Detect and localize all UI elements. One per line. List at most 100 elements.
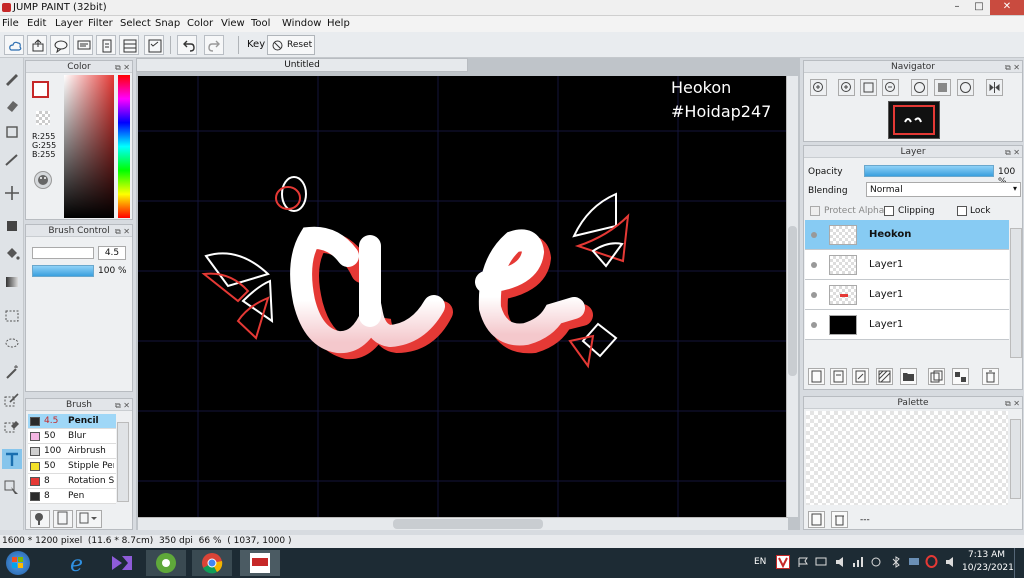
delete-layer-button[interactable] (982, 368, 999, 385)
layer-row[interactable]: Layer1 (805, 310, 1009, 340)
brush-item[interactable]: 8 Rotation Sy (28, 474, 116, 489)
brush-menu-button[interactable] (76, 510, 102, 528)
fit-screen-button[interactable] (860, 79, 877, 96)
select-pen-tool[interactable] (2, 390, 22, 410)
taskbar-ie[interactable]: e (58, 550, 98, 577)
brush-item[interactable]: 4.5 Pencil (28, 414, 116, 429)
clock-time[interactable]: 7:13 AM (968, 550, 1005, 560)
duplicate-layer-button[interactable] (928, 368, 945, 385)
flip-button[interactable] (986, 79, 1003, 96)
brush-opacity-slider[interactable] (32, 265, 94, 277)
visibility-dot[interactable] (811, 232, 817, 238)
panel-buttons[interactable]: ⧉ ✕ (115, 62, 130, 74)
eraser-tool[interactable] (2, 95, 22, 115)
magic-wand-tool[interactable] (2, 362, 22, 382)
taskbar-jump-paint[interactable] (240, 550, 280, 576)
add-swatch-button[interactable] (808, 511, 825, 528)
protect-alpha-checkbox[interactable] (810, 206, 820, 216)
saturation-value-picker[interactable] (64, 75, 114, 218)
reset-view-button[interactable] (934, 79, 951, 96)
select-eraser-tool[interactable] (2, 416, 22, 436)
blending-select[interactable]: Normal ▾ (866, 182, 1021, 197)
lock-checkbox[interactable] (957, 206, 967, 216)
rotate-left-button[interactable] (911, 79, 928, 96)
tray-icon[interactable] (945, 556, 957, 568)
tray-icon[interactable] (890, 556, 902, 568)
tray-icon[interactable] (797, 556, 809, 568)
new-layer-button[interactable] (808, 368, 825, 385)
canvas-vertical-scrollbar[interactable] (786, 76, 798, 517)
new-layer-folder-button[interactable] (830, 368, 847, 385)
panel-buttons[interactable]: ⧉ ✕ (1005, 398, 1020, 410)
brush-item[interactable]: 8 Pen (28, 489, 116, 504)
menu-snap[interactable]: Snap (155, 18, 180, 29)
menu-help[interactable]: Help (327, 18, 350, 29)
menu-layer[interactable]: Layer (55, 18, 83, 29)
menu-filter[interactable]: Filter (88, 18, 113, 29)
minimize-button[interactable]: – (946, 0, 968, 15)
clipping-checkbox[interactable] (884, 206, 894, 216)
palette-scrollbar[interactable] (1010, 419, 1021, 499)
folder-button[interactable] (900, 368, 917, 385)
hue-slider[interactable] (118, 75, 130, 218)
line-tool[interactable] (2, 150, 22, 170)
layer-opacity-slider[interactable] (864, 165, 994, 177)
export-button[interactable] (27, 35, 47, 55)
layer-row[interactable]: Heokon (805, 220, 1009, 250)
palette-area[interactable] (806, 411, 1008, 505)
start-button[interactable] (6, 551, 30, 575)
layer-row[interactable]: Layer1 (805, 280, 1009, 310)
menu-tool[interactable]: Tool (251, 18, 270, 29)
menu-window[interactable]: Window (282, 18, 321, 29)
bucket-tool[interactable] (2, 244, 22, 264)
volume-button[interactable] (835, 556, 847, 568)
taskbar-chrome[interactable] (192, 550, 232, 576)
visibility-dot[interactable] (811, 322, 817, 328)
speech-bubble-button[interactable] (50, 35, 70, 55)
horizontal-scroll-thumb[interactable] (393, 519, 543, 529)
brush-size-slider[interactable] (32, 247, 94, 259)
lasso-tool[interactable] (2, 334, 22, 354)
panel-buttons[interactable]: ⧉ ✕ (115, 400, 130, 412)
comment-button[interactable] (73, 35, 93, 55)
tray-app-icon[interactable] (776, 555, 790, 569)
brush-item[interactable]: 100 Airbrush (28, 444, 116, 459)
gradient-tool[interactable] (2, 272, 22, 292)
operation-tool[interactable] (2, 478, 22, 498)
brush-list-scrollbar[interactable] (117, 422, 129, 502)
layer-list-scrollbar[interactable] (1010, 228, 1022, 358)
rect-select-tool[interactable] (2, 306, 22, 326)
panel-buttons[interactable]: ⧉ ✕ (1005, 62, 1020, 74)
canvas-tab[interactable]: Untitled (136, 58, 468, 72)
vertical-scroll-thumb[interactable] (788, 226, 797, 376)
panel-buttons[interactable]: ⧉ ✕ (1005, 147, 1020, 159)
show-desktop-button[interactable] (1014, 548, 1024, 578)
menu-color[interactable]: Color (187, 18, 213, 29)
clock-date[interactable]: 10/23/2021 (962, 563, 1014, 573)
zoom-plus-button[interactable] (838, 79, 855, 96)
new-brush-button[interactable] (53, 510, 73, 528)
canvas-horizontal-scrollbar[interactable] (138, 517, 788, 530)
layer-row[interactable]: Layer1 (805, 250, 1009, 280)
primary-color-swatch[interactable] (32, 81, 49, 98)
navigator-preview[interactable] (888, 101, 940, 139)
tray-icon[interactable] (852, 556, 864, 568)
brush-settings-button[interactable] (30, 510, 50, 528)
panel-layout-button[interactable] (119, 35, 139, 55)
fill-rect-tool[interactable] (2, 216, 22, 236)
zoom-in-button[interactable] (810, 79, 827, 96)
checklist-button[interactable] (144, 35, 164, 55)
brush-tool[interactable] (2, 68, 22, 88)
brush-item[interactable]: 50 Stipple Pen (28, 459, 116, 474)
move-tool[interactable] (2, 183, 22, 203)
rotate-right-button[interactable] (957, 79, 974, 96)
taskbar-visual-studio[interactable] (102, 550, 142, 576)
rect-tool[interactable] (2, 122, 22, 142)
delete-swatch-button[interactable] (831, 511, 848, 528)
merge-layer-button[interactable] (952, 368, 969, 385)
vector-layer-button[interactable] (852, 368, 869, 385)
maximize-button[interactable]: □ (968, 0, 990, 15)
tray-icon[interactable] (925, 555, 938, 568)
menu-select[interactable]: Select (120, 18, 151, 29)
taskbar-app-green[interactable] (146, 550, 186, 576)
